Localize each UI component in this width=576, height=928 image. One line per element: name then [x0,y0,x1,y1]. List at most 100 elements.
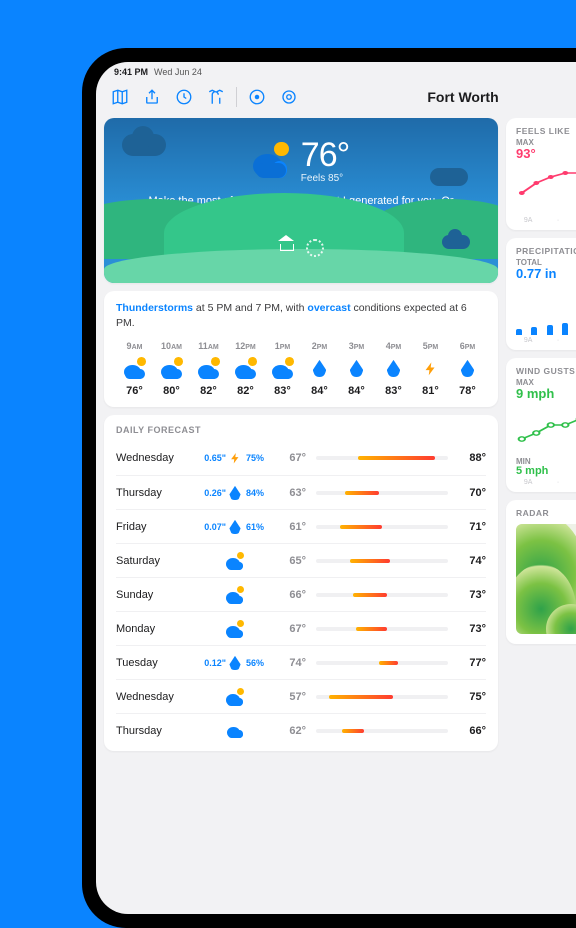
cloud-sun-icon [226,688,244,706]
hero-card[interactable]: 76° Feels 85° Make the most of this nice… [104,118,498,283]
day-label: Wednesday [116,452,190,464]
temp-range-bar [316,695,448,699]
cloud-sun-icon [124,357,146,379]
temp-range-bar [316,661,448,665]
hour-temp: 82° [237,385,254,397]
precip-amount: 0.65" [190,453,226,463]
hour-temp: 81° [422,385,439,397]
low-temp: 67° [278,623,312,635]
status-bar: 9:41 PM Wed Jun 24 [96,62,576,80]
daily-row[interactable]: Monday67°73° [116,611,486,645]
hourly-card[interactable]: Thunderstorms at 5 PM and 7 PM, with ove… [104,291,498,407]
low-temp: 63° [278,487,312,499]
temp-range-bar [316,525,448,529]
wind-gusts-card[interactable]: WIND GUSTS MAX 9 mph MIN 5 mph 9A·3P·9P· [506,358,576,492]
card-heading: WIND GUSTS [516,366,576,376]
radar-card[interactable]: RADAR GrahamBreckenridgeEastlandComanche [506,500,576,644]
low-temp: 61° [278,521,312,533]
hour-temp: 83° [274,385,291,397]
hourly-summary: Thunderstorms at 5 PM and 7 PM, with ove… [116,301,486,331]
drop-icon [457,357,479,379]
temp-range-bar [316,456,448,460]
temp-range-bar [316,593,448,597]
partly-cloudy-icon [253,142,289,178]
precip-chance: 75% [246,453,278,463]
low-temp: 57° [278,691,312,703]
share-button[interactable] [138,83,166,111]
status-time: 9:41 PM [114,67,148,77]
map-button[interactable] [106,83,134,111]
hour-label: 2PM [312,341,328,351]
drop-icon [226,654,244,672]
screen: 9:41 PM Wed Jun 24 Fort Worth Search 76°… [96,62,576,914]
hourly-cell[interactable]: 4PM83° [375,341,412,397]
hour-label: 3PM [349,341,365,351]
ipad-frame: 9:41 PM Wed Jun 24 Fort Worth Search 76°… [82,48,576,928]
daily-heading: DAILY FORECAST [116,425,486,435]
hourly-cell[interactable]: 5PM 81° [412,341,449,397]
daily-row[interactable]: Tuesday0.12"56%74°77° [116,645,486,679]
daily-row[interactable]: Wednesday0.65"75%67°88° [116,441,486,475]
daily-row[interactable]: Thursday0.26"84%63°70° [116,475,486,509]
drop-icon [309,357,331,379]
feels-like-label: Feels 85° [301,173,349,184]
precip-amount: 0.26" [190,488,226,498]
hour-label: 6PM [460,341,476,351]
low-temp: 66° [278,589,312,601]
card-heading: FEELS LIKE [516,126,576,136]
status-date: Wed Jun 24 [154,67,202,77]
precipitation-card[interactable]: PRECIPITATION TOTAL 0.77 in 9A·3P·9P· [506,238,576,350]
daily-row[interactable]: Saturday65°74° [116,543,486,577]
high-temp: 73° [452,589,486,601]
high-temp: 70° [452,487,486,499]
cloud-sun-icon [226,552,244,570]
hour-label: 9AM [127,341,143,351]
radar-map[interactable]: GrahamBreckenridgeEastlandComanche [516,524,576,634]
settings-button[interactable] [275,83,303,111]
hourly-cell[interactable]: 6PM 78° [449,341,486,397]
high-temp: 77° [452,657,486,669]
cloud-sun-icon [226,586,244,604]
daily-card[interactable]: DAILY FORECAST Wednesday0.65"75%67°88°Th… [104,415,498,751]
history-button[interactable] [170,83,198,111]
day-label: Sunday [116,589,190,601]
hourly-cell[interactable]: 2PM 84° [301,341,338,397]
hour-temp: 76° [126,385,143,397]
hour-temp: 82° [200,385,217,397]
day-label: Thursday [116,487,190,499]
high-temp: 71° [452,521,486,533]
daily-row[interactable]: Friday0.07"61%61°71° [116,509,486,543]
drop-icon [226,518,244,536]
temp-range-bar [316,491,448,495]
precip-amount: 0.07" [190,522,226,532]
radar-source-button[interactable] [243,83,271,111]
hour-temp: 84° [311,385,328,397]
daily-row[interactable]: Wednesday57°75° [116,679,486,713]
hourly-cell[interactable]: 10AM80° [153,341,190,397]
daily-row[interactable]: Thursday62°66° [116,713,486,747]
hour-temp: 84° [348,385,365,397]
location-title[interactable]: Fort Worth [307,89,576,105]
cloud-sun-icon [161,357,183,379]
feels-like-card[interactable]: FEELS LIKE MAX 93° 9A·3P·9P· [506,118,576,230]
hourly-cell[interactable]: 9AM 76° [116,341,153,397]
toolbar: Fort Worth Search [96,80,576,114]
hourly-cell[interactable]: 11AM82° [190,341,227,397]
hour-label: 12PM [235,341,256,351]
card-heading: PRECIPITATION [516,246,576,256]
daily-row[interactable]: Sunday 66° 73° [116,577,486,611]
routes-button[interactable] [202,83,230,111]
hourly-cell[interactable]: 3PM 84° [338,341,375,397]
precip-chance: 56% [246,658,278,668]
hourly-cell[interactable]: 12PM 82° [227,341,264,397]
day-label: Saturday [116,555,190,567]
day-label: Monday [116,623,190,635]
low-temp: 62° [278,725,312,737]
bolt-icon [420,357,442,379]
hour-temp: 78° [459,385,476,397]
low-temp: 67° [278,452,312,464]
hour-label: 5PM [423,341,439,351]
hourly-cell[interactable]: 1PM83° [264,341,301,397]
temp-range-bar [316,559,448,563]
ferris-wheel-icon [306,239,324,257]
